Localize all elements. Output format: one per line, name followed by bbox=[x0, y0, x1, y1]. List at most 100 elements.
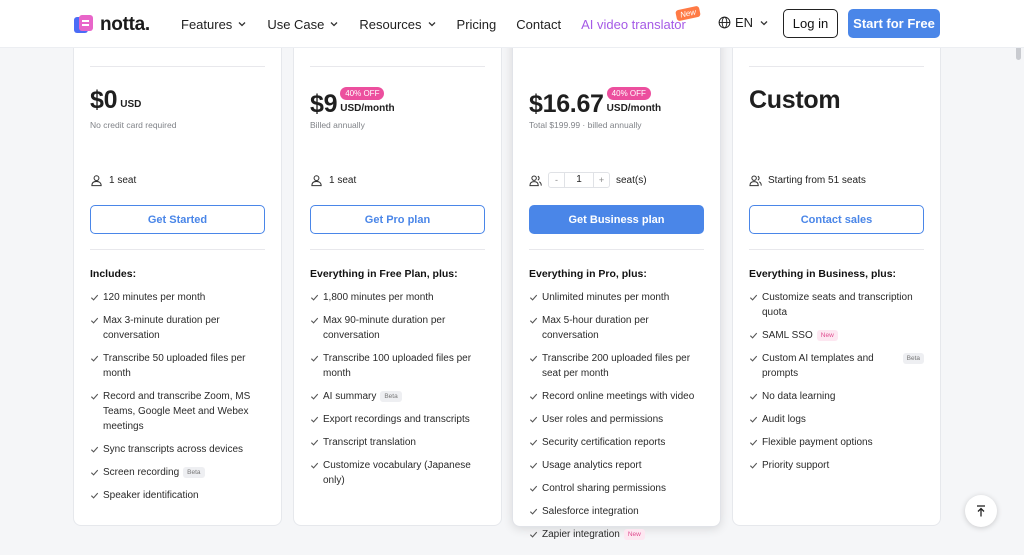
feature-text: Customize seats and transcription quota bbox=[762, 292, 913, 318]
menu-features[interactable]: Features bbox=[181, 17, 247, 32]
menu-contact[interactable]: Contact bbox=[516, 17, 561, 32]
feature-text: Record online meetings with video bbox=[542, 391, 695, 402]
divider bbox=[90, 66, 265, 67]
start-for-free-button[interactable]: Start for Free bbox=[848, 9, 940, 38]
plan-price: $0 bbox=[90, 86, 118, 114]
get-started-button[interactable]: Get Started bbox=[90, 205, 265, 234]
plan-price: $16.67 bbox=[529, 90, 604, 118]
features-title: Everything in Pro, plus: bbox=[529, 268, 647, 280]
feature-list: 120 minutes per month Max 3-minute durat… bbox=[90, 290, 265, 511]
beta-tag: Beta bbox=[902, 353, 924, 364]
language-selector[interactable]: EN bbox=[718, 15, 769, 30]
divider bbox=[310, 66, 485, 67]
chevron-down-icon bbox=[760, 20, 768, 25]
feature-text: 120 minutes per month bbox=[103, 292, 206, 303]
menu-ai-video-translator[interactable]: AI video translator New bbox=[581, 5, 701, 32]
check-icon bbox=[529, 439, 538, 446]
divider bbox=[90, 249, 265, 250]
feature-text: Transcribe 200 uploaded files per seat p… bbox=[542, 353, 691, 379]
check-icon bbox=[90, 355, 99, 362]
chevron-down-icon bbox=[428, 22, 435, 27]
contact-sales-button[interactable]: Contact sales bbox=[749, 205, 924, 234]
new-tag: New bbox=[623, 529, 645, 540]
divider bbox=[749, 249, 924, 250]
users-icon bbox=[749, 174, 762, 186]
get-business-plan-button[interactable]: Get Business plan bbox=[529, 205, 704, 234]
menu-resources-label: Resources bbox=[359, 16, 422, 32]
divider bbox=[529, 249, 704, 250]
menu-pricing-label: Pricing bbox=[456, 16, 497, 32]
feature-text: Priority support bbox=[762, 460, 830, 471]
feature-list: Customize seats and transcription quota … bbox=[749, 290, 924, 481]
menu-pricing[interactable]: Pricing bbox=[457, 17, 497, 32]
discount-badge: 40% OFF bbox=[340, 87, 385, 100]
new-tag: New bbox=[816, 330, 838, 341]
check-icon bbox=[749, 393, 758, 400]
check-icon bbox=[310, 439, 319, 446]
seat-quantity-stepper[interactable]: - 1 + bbox=[548, 172, 610, 188]
feature-list: Unlimited minutes per month Max 5-hour d… bbox=[529, 290, 704, 550]
stepper-minus-button[interactable]: - bbox=[549, 175, 564, 185]
feature-text: Sync transcripts across devices bbox=[103, 444, 244, 455]
features-title: Includes: bbox=[90, 268, 137, 280]
feature-text: Speaker identification bbox=[103, 490, 199, 501]
feature-text: Flexible payment options bbox=[762, 437, 873, 448]
check-icon bbox=[749, 416, 758, 423]
check-icon bbox=[90, 294, 99, 301]
plan-card-free: $0 USD No credit card required 1 seat Ge… bbox=[73, 30, 282, 526]
seat-label: 1 seat bbox=[329, 174, 357, 186]
feature-text: Unlimited minutes per month bbox=[542, 292, 670, 303]
feature-item: 120 minutes per month bbox=[90, 290, 265, 305]
feature-item: Customize vocabulary (Japanese only) bbox=[310, 458, 485, 488]
feature-item: Transcribe 200 uploaded files per seat p… bbox=[529, 351, 704, 381]
menu-ai-video-translator-label: AI video translator bbox=[581, 16, 686, 32]
feature-text: Zapier integration bbox=[542, 529, 620, 540]
feature-text: 1,800 minutes per month bbox=[323, 292, 434, 303]
check-icon bbox=[310, 462, 319, 469]
features-title: Everything in Free Plan, plus: bbox=[310, 268, 458, 280]
plan-card-enterprise: Custom Starting from 51 seats Contact sa… bbox=[732, 30, 941, 526]
check-icon bbox=[310, 393, 319, 400]
check-icon bbox=[529, 393, 538, 400]
feature-item: Sync transcripts across devices bbox=[90, 442, 265, 457]
feature-text: Max 5-hour duration per conversation bbox=[542, 315, 649, 341]
check-icon bbox=[749, 332, 758, 339]
seat-selector: - 1 + seat(s) bbox=[529, 172, 647, 188]
plan-price: $9 bbox=[310, 90, 338, 118]
price-unit: USD bbox=[120, 99, 142, 110]
price-note: Billed annually bbox=[310, 120, 365, 130]
stepper-plus-button[interactable]: + bbox=[594, 175, 609, 185]
feature-item: No data learning bbox=[749, 389, 924, 404]
feature-text: AI summary bbox=[323, 391, 377, 402]
check-icon bbox=[90, 492, 99, 499]
feature-item: Record and transcribe Zoom, MS Teams, Go… bbox=[90, 389, 265, 434]
check-icon bbox=[310, 416, 319, 423]
check-icon bbox=[749, 294, 758, 301]
menu-use-case[interactable]: Use Case bbox=[267, 17, 339, 32]
check-icon bbox=[749, 355, 758, 362]
feature-item: Max 3-minute duration per conversation bbox=[90, 313, 265, 343]
feature-text: Screen recording bbox=[103, 467, 180, 478]
check-icon bbox=[529, 317, 538, 324]
menu-resources[interactable]: Resources bbox=[359, 17, 436, 32]
arrow-up-to-top-icon bbox=[977, 505, 985, 517]
logo-text: notta. bbox=[100, 14, 150, 35]
feature-item: Control sharing permissions bbox=[529, 481, 704, 496]
seat-info: Starting from 51 seats bbox=[749, 172, 866, 188]
feature-item: Transcribe 100 uploaded files per month bbox=[310, 351, 485, 381]
check-icon bbox=[90, 317, 99, 324]
notta-logo[interactable]: notta. bbox=[74, 14, 150, 36]
menu-contact-label: Contact bbox=[516, 16, 562, 32]
divider bbox=[749, 66, 924, 67]
check-icon bbox=[529, 485, 538, 492]
feature-item: Export recordings and transcripts bbox=[310, 412, 485, 427]
check-icon bbox=[529, 462, 538, 469]
scroll-to-top-button[interactable] bbox=[965, 495, 997, 527]
check-icon bbox=[310, 317, 319, 324]
globe-icon bbox=[718, 16, 731, 29]
seat-count[interactable]: 1 bbox=[564, 173, 594, 187]
get-pro-plan-button[interactable]: Get Pro plan bbox=[310, 205, 485, 234]
login-button[interactable]: Log in bbox=[783, 9, 838, 38]
feature-item: Security certification reports bbox=[529, 435, 704, 450]
feature-item: Usage analytics report bbox=[529, 458, 704, 473]
